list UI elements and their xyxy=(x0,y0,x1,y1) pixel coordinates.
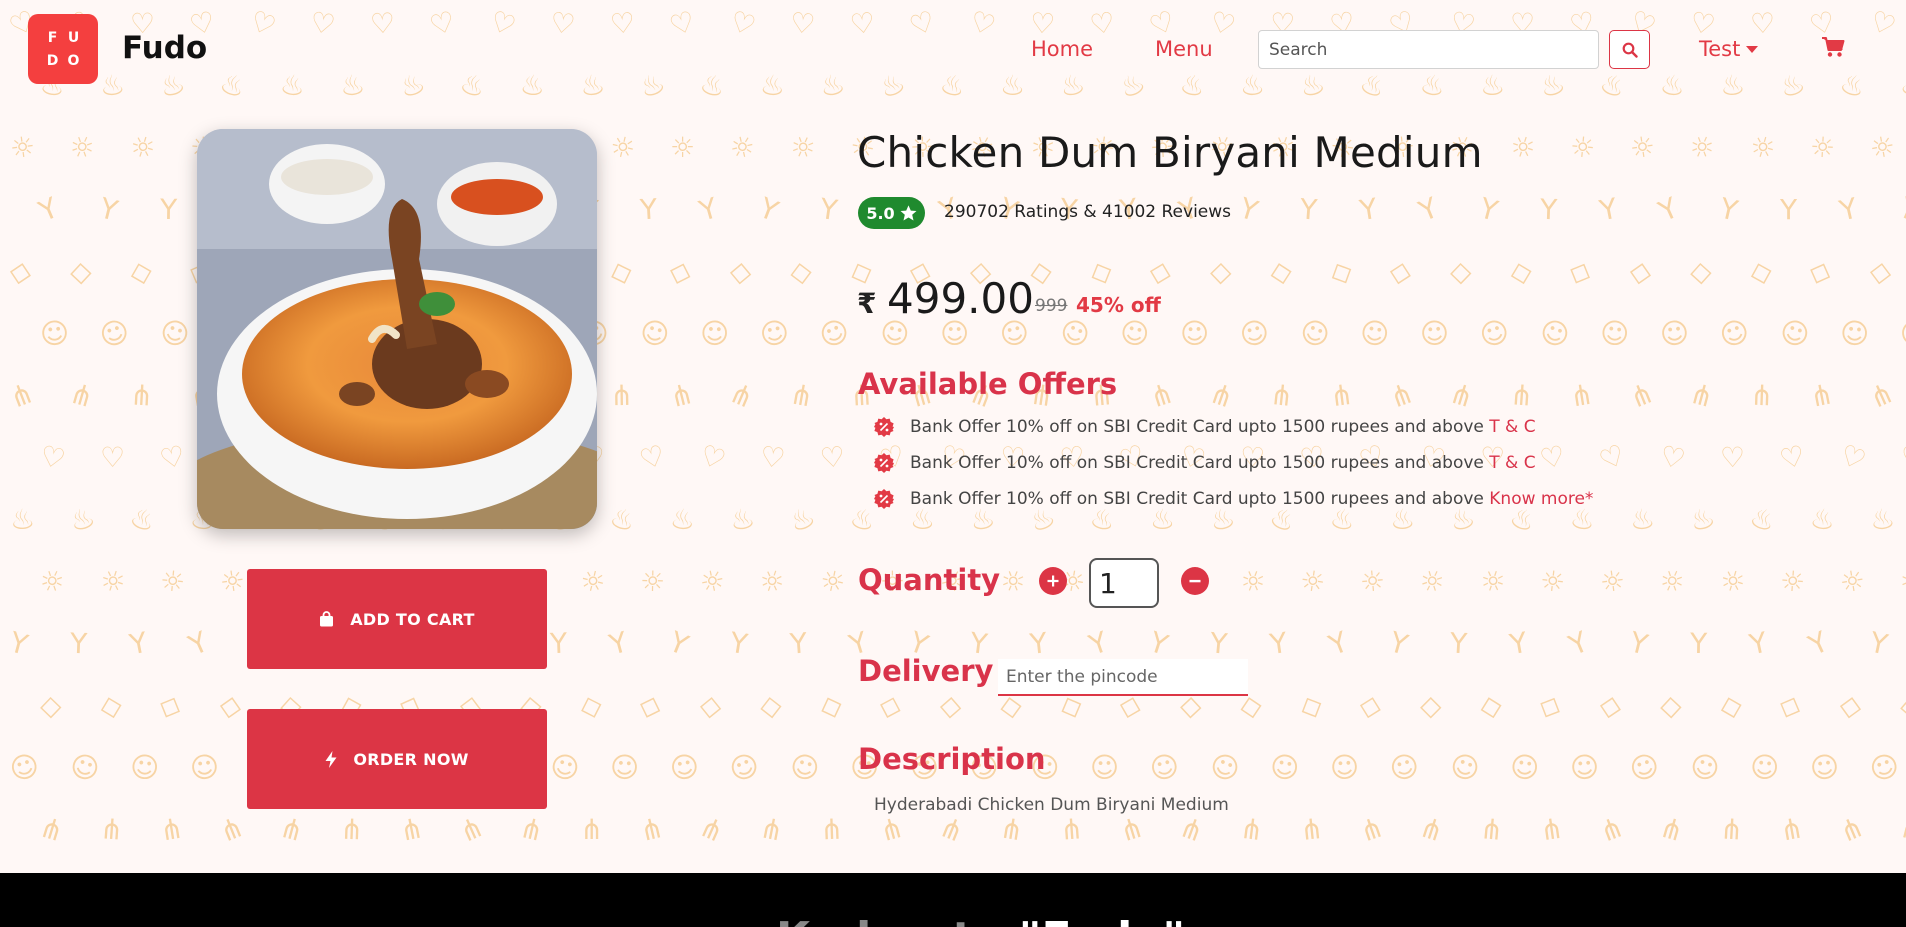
rating-value: 5.0 xyxy=(866,203,895,223)
quantity-increase-button[interactable] xyxy=(1039,567,1067,595)
cart-icon xyxy=(1822,37,1845,57)
offer-text: Bank Offer 10% off on SBI Credit Card up… xyxy=(910,489,1484,509)
footer: Kadarate "Fudo" xyxy=(0,873,1906,927)
offer-item: Bank Offer 10% off on SBI Credit Card up… xyxy=(874,453,1536,473)
logo-letter: U xyxy=(67,29,80,46)
cart-link[interactable] xyxy=(1821,36,1845,62)
brand-name[interactable]: Fudo xyxy=(122,30,207,66)
original-price: 999 xyxy=(1035,296,1068,316)
product-image xyxy=(197,129,597,529)
offer-know-more-link[interactable]: Know more* xyxy=(1489,489,1593,509)
nav-home-link[interactable]: Home xyxy=(1031,37,1093,61)
offer-text: Bank Offer 10% off on SBI Credit Card up… xyxy=(910,453,1484,473)
offer-item: Bank Offer 10% off on SBI Credit Card up… xyxy=(874,489,1593,509)
discount-badge-icon xyxy=(874,489,894,509)
footer-tagline-prefix: Kadarate xyxy=(776,913,1003,927)
logo-letter: O xyxy=(67,52,80,69)
user-dropdown[interactable]: Test xyxy=(1699,37,1759,61)
user-name: Test xyxy=(1699,37,1741,61)
rating-badge: 5.0 xyxy=(858,197,925,229)
footer-tagline-highlight: "Fudo" xyxy=(1019,913,1186,927)
order-now-label: ORDER NOW xyxy=(353,749,469,769)
discount-badge-icon xyxy=(874,417,894,437)
ratings-reviews-count: 290702 Ratings & 41002 Reviews xyxy=(944,202,1232,222)
quantity-heading: Quantity xyxy=(858,563,1001,597)
logo-letter: D xyxy=(46,52,59,69)
biryani-illustration xyxy=(197,129,597,529)
discount-badge-icon xyxy=(874,453,894,473)
discount-percent: 45% off xyxy=(1076,293,1161,317)
footer-tagline: Kadarate "Fudo" xyxy=(776,913,1185,927)
search-icon xyxy=(1622,42,1638,58)
logo[interactable]: F U D O xyxy=(28,14,98,84)
shopping-bag-icon xyxy=(320,611,334,627)
search-button[interactable] xyxy=(1609,30,1650,69)
quantity-input[interactable] xyxy=(1089,558,1159,608)
quantity-decrease-button[interactable] xyxy=(1181,567,1209,595)
add-to-cart-label: ADD TO CART xyxy=(350,609,475,629)
offer-text: Bank Offer 10% off on SBI Credit Card up… xyxy=(910,417,1484,437)
order-now-button[interactable]: ORDER NOW xyxy=(247,709,547,809)
product-title: Chicken Dum Biryani Medium xyxy=(857,128,1483,177)
add-to-cart-button[interactable]: ADD TO CART xyxy=(247,569,547,669)
search-input[interactable] xyxy=(1258,30,1599,69)
star-icon xyxy=(900,205,917,221)
delivery-heading: Delivery xyxy=(858,654,994,688)
minus-icon xyxy=(1189,579,1201,583)
offers-heading: Available Offers xyxy=(858,367,1118,401)
caret-down-icon xyxy=(1746,45,1759,53)
logo-letter: F xyxy=(47,29,58,46)
product-price: 499.00 xyxy=(887,274,1034,323)
plus-icon xyxy=(1047,575,1059,587)
navbar: F U D O Fudo Home Menu Test xyxy=(0,0,1906,100)
description-text: Hyderabadi Chicken Dum Biryani Medium xyxy=(874,795,1229,815)
offer-item: Bank Offer 10% off on SBI Credit Card up… xyxy=(874,417,1536,437)
offer-terms-link[interactable]: T & C xyxy=(1489,453,1535,473)
pincode-input[interactable] xyxy=(998,659,1248,696)
currency-symbol: ₹ xyxy=(857,287,877,320)
description-heading: Description xyxy=(858,742,1046,776)
offer-terms-link[interactable]: T & C xyxy=(1489,417,1535,437)
nav-menu-link[interactable]: Menu xyxy=(1155,37,1213,61)
bolt-icon xyxy=(325,750,337,768)
